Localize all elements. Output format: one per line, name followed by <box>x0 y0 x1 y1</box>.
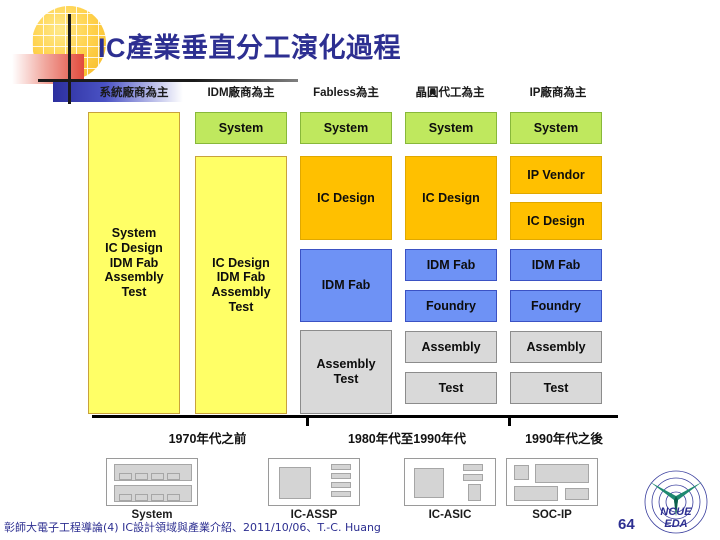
segment-ic-design: IC Design <box>405 156 497 240</box>
product-label: IC-ASIC <box>428 509 472 521</box>
column-header-0: 系統廠商為主 <box>99 87 169 99</box>
segment-ic-design: IC Design <box>510 202 602 240</box>
page-title: IC產業垂直分工演化過程 <box>98 33 401 63</box>
slide-canvas: IC產業垂直分工演化過程 系統廠商為主 IDM廠商為主 Fabless為主 晶圓… <box>0 0 720 540</box>
column-header-4: IP廠商為主 <box>529 87 587 99</box>
segment-ip-vendor: IP Vendor <box>510 156 602 194</box>
column-headers: 系統廠商為主 IDM廠商為主 Fabless為主 晶圓代工為主 IP廠商為主 <box>88 84 618 106</box>
segment-assembly: Assembly <box>405 331 497 363</box>
soc-ip-icon <box>506 458 598 506</box>
segment-idm-stack: IC Design IDM Fab Assembly Test <box>195 156 287 414</box>
segment-idm-fab: IDM Fab <box>405 249 497 281</box>
stack-column-0: System IC Design IDM Fab Assembly Test <box>88 112 180 414</box>
system-board-icon <box>106 458 198 506</box>
segment-system: System <box>510 112 602 144</box>
segment-foundry: Foundry <box>510 290 602 322</box>
stack-column-2: System IC Design IDM Fab Assembly Test <box>300 112 392 414</box>
product-soc-ip: SOC-IP <box>506 458 598 521</box>
logo-line2: EDA <box>664 518 687 530</box>
segment-test: Test <box>405 372 497 404</box>
stack-column-3: System IC Design IDM Fab Foundry Assembl… <box>405 112 497 414</box>
era-label-0: 1970年代之前 <box>168 432 247 446</box>
era-label-2: 1990年代之後 <box>525 432 603 446</box>
stack-column-1: System IC Design IDM Fab Assembly Test <box>195 112 287 414</box>
product-ic-assp: IC-ASSP <box>268 458 360 521</box>
segment-foundry: Foundry <box>405 290 497 322</box>
horizontal-rule-icon <box>38 79 298 82</box>
product-system: System <box>106 458 198 521</box>
ncue-eda-logo: NCUE EDA <box>640 470 712 538</box>
footer-text: 彰師大電子工程導論(4) IC設計領域與產業介紹、2011/10/06、T.-C… <box>4 521 381 534</box>
segment-system-full: System IC Design IDM Fab Assembly Test <box>88 112 180 414</box>
segment-idm-fab: IDM Fab <box>510 249 602 281</box>
product-label: SOC-IP <box>532 509 572 521</box>
vertical-rule-icon <box>68 14 71 104</box>
product-ic-asic: IC-ASIC <box>404 458 496 521</box>
timeline-axis <box>92 415 618 418</box>
segment-idm-fab: IDM Fab <box>300 249 392 322</box>
ic-asic-icon <box>404 458 496 506</box>
logo-line1: NCUE <box>660 506 692 518</box>
column-header-1: IDM廠商為主 <box>207 87 275 99</box>
segment-test: Test <box>510 372 602 404</box>
stack-column-4: System IP Vendor IC Design IDM Fab Found… <box>510 112 602 414</box>
evolution-chart: System IC Design IDM Fab Assembly Test S… <box>88 112 618 414</box>
timeline-tick-1 <box>306 415 309 426</box>
segment-system: System <box>300 112 392 144</box>
ic-assp-icon <box>268 458 360 506</box>
column-header-2: Fabless為主 <box>313 87 379 99</box>
page-number: 64 <box>618 516 635 533</box>
segment-ic-design: IC Design <box>300 156 392 240</box>
era-label-1: 1980年代至1990年代 <box>347 432 467 446</box>
timeline-tick-2 <box>508 415 511 426</box>
segment-assembly-test: Assembly Test <box>300 330 392 414</box>
segment-system: System <box>195 112 287 144</box>
segment-assembly: Assembly <box>510 331 602 363</box>
column-header-3: 晶圓代工為主 <box>415 87 485 99</box>
segment-system: System <box>405 112 497 144</box>
